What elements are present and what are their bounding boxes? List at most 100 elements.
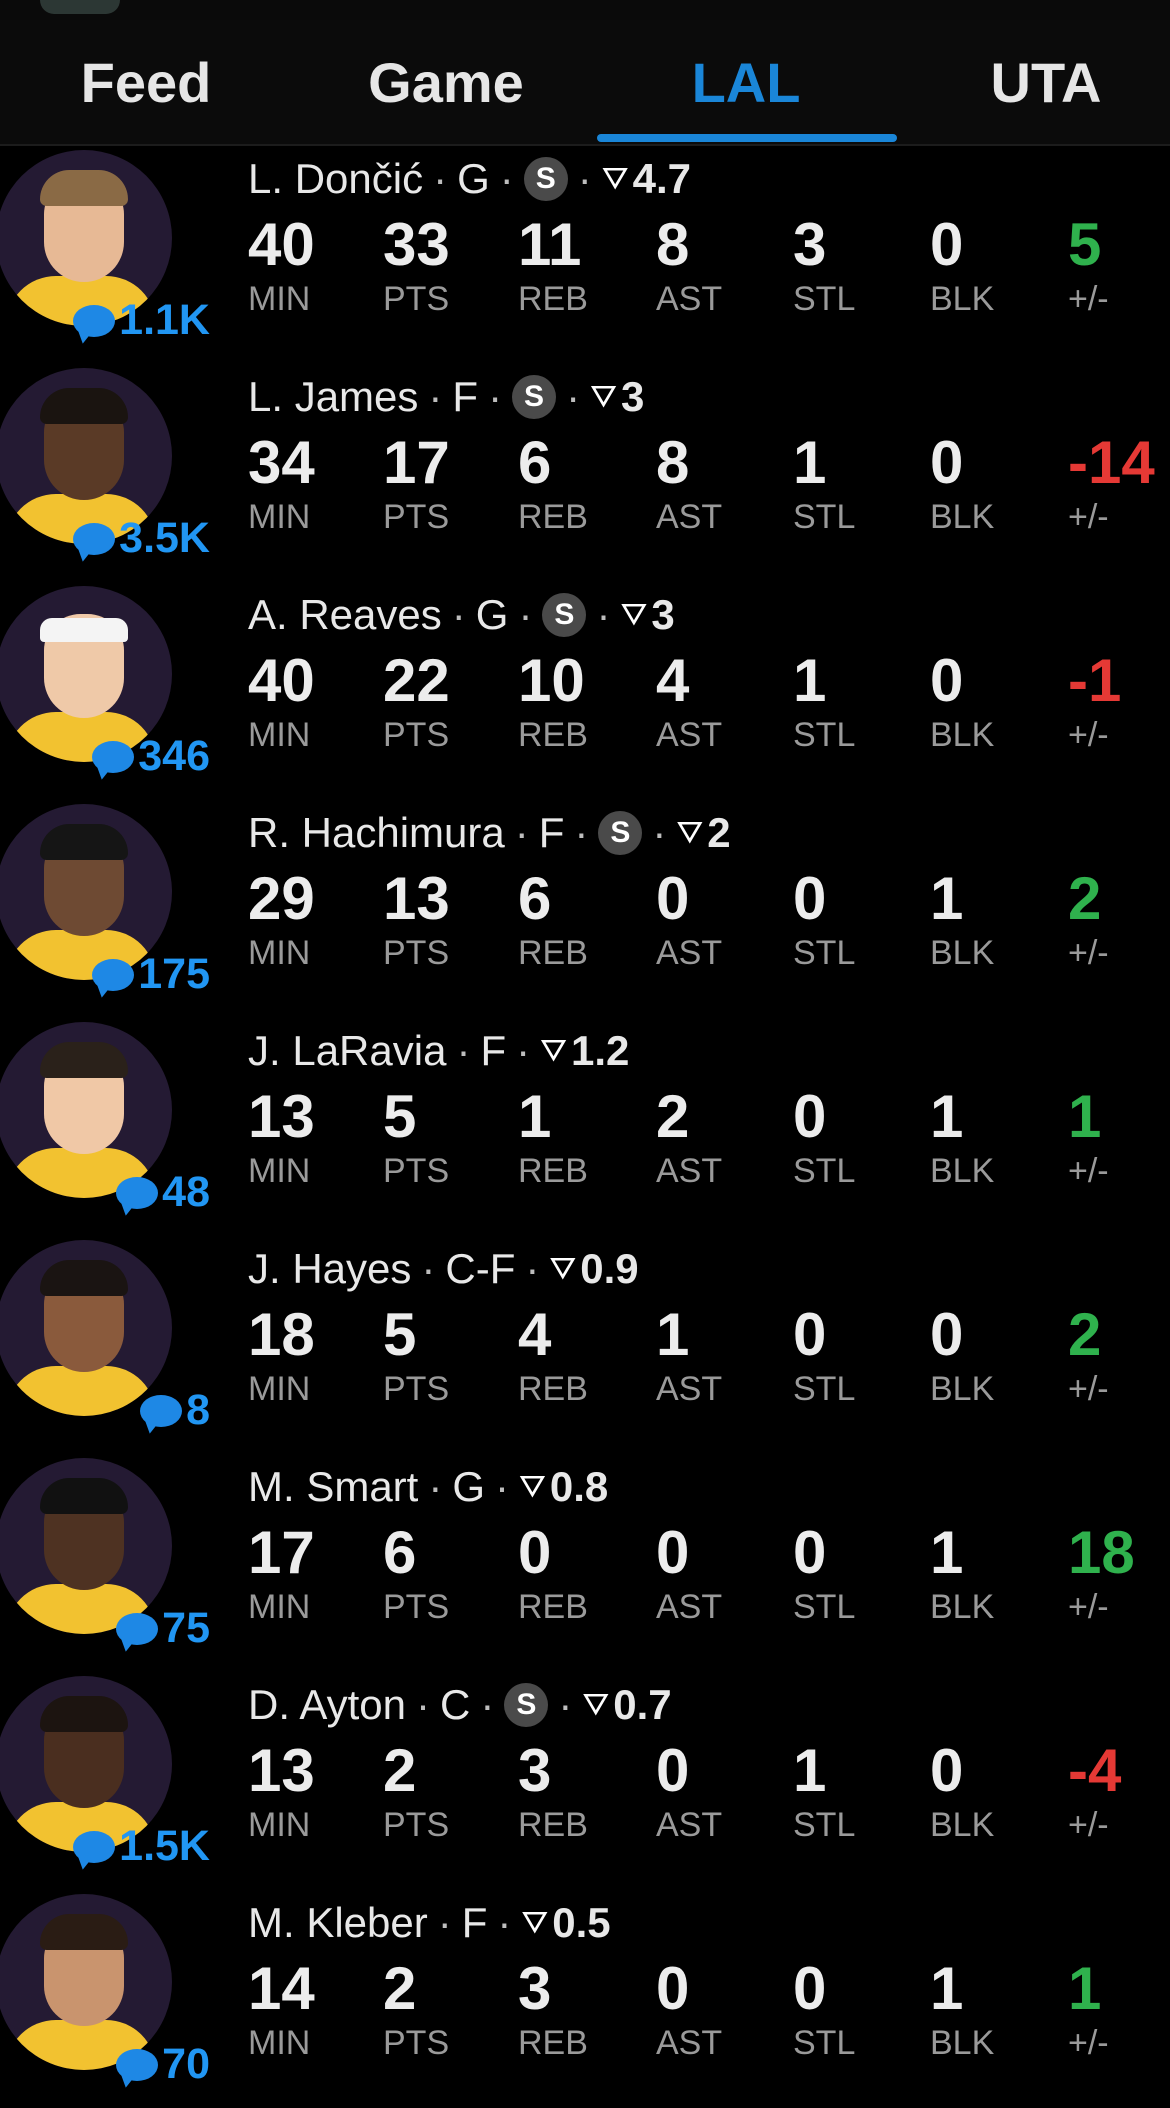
comment-count[interactable]: 1.1K: [73, 296, 210, 345]
stat-value: 1: [656, 1301, 690, 1368]
player-row[interactable]: 3.5K L. James · F · S · ⛛ 3 34 MIN 17 PTS 6 REB 8 AST 1 ST…: [0, 364, 1170, 582]
player-name[interactable]: D. Ayton: [248, 1681, 406, 1729]
player-position: G: [452, 1463, 486, 1510]
top-image-fragment: [40, 0, 120, 14]
stat-label: MIN: [248, 280, 311, 318]
stat-label: PTS: [383, 498, 450, 536]
comment-count[interactable]: 70: [116, 2040, 210, 2089]
stat-label: +/-: [1068, 2024, 1109, 2062]
player-row[interactable]: 346 A. Reaves · G · S · ⛛ 3 40 MIN 22 PTS 10 REB 4 AST 1 S…: [0, 582, 1170, 800]
stat-value: 3: [518, 1737, 552, 1804]
starter-badge-icon: S: [504, 1683, 549, 1727]
hair-shape: [40, 1696, 128, 1732]
stat-label: BLK: [930, 2024, 995, 2062]
stat-value: 4: [518, 1301, 552, 1368]
tab-lal[interactable]: LAL: [600, 20, 892, 144]
separator-dot: ·: [558, 1681, 573, 1728]
player-rating: 4.7: [632, 155, 692, 202]
player-row[interactable]: 48 J. LaRavia · F · ⛛ 1.2 13 MIN 5 PTS 1 REB 2 AST 0 STL…: [0, 1018, 1170, 1236]
stat-label: PTS: [383, 280, 450, 318]
comment-bubble-icon: [116, 1612, 159, 1645]
player-name[interactable]: M. Kleber: [248, 1899, 428, 1947]
stat-value: 0: [930, 429, 964, 496]
comment-count-value: 346: [138, 732, 210, 780]
player-name[interactable]: M. Smart: [248, 1463, 418, 1511]
separator-dot: ·: [433, 155, 448, 202]
jersey-shape: [6, 1358, 156, 1416]
player-row[interactable]: 175 R. Hachimura · F · S · ⛛ 2 29 MIN 13 PTS 6 REB 0 AST…: [0, 800, 1170, 1018]
starter-badge-icon: S: [542, 593, 587, 637]
stat-label: AST: [656, 1152, 723, 1190]
stat-value: 1: [930, 1083, 964, 1150]
player-row[interactable]: 1.5K D. Ayton · C · S · ⛛ 0.7 13 MIN 2 PTS 3 REB 0 AST 1 S…: [0, 1672, 1170, 1890]
starter-badge-icon: S: [598, 811, 643, 855]
comment-count[interactable]: 8: [140, 1386, 210, 1435]
stat-label: BLK: [930, 716, 995, 754]
player-row[interactable]: 75 M. Smart · G · ⛛ 0.8 17 MIN 6 PTS 0 REB 0 AST 0 STL 1 B…: [0, 1454, 1170, 1672]
player-name[interactable]: R. Hachimura: [248, 809, 505, 857]
comment-count[interactable]: 175: [92, 950, 210, 999]
stat-value: 33: [383, 211, 450, 278]
rating-icon: ⛛: [590, 378, 617, 414]
player-position: F: [461, 1899, 488, 1946]
comment-count[interactable]: 1.5K: [73, 1822, 210, 1871]
comment-bubble-icon: [73, 522, 116, 555]
stat-value: 5: [1068, 211, 1102, 278]
player-position: F: [480, 1027, 507, 1074]
stat-value: 0: [656, 1955, 690, 2022]
comment-count[interactable]: 75: [116, 1604, 210, 1653]
comment-bubble-icon: [92, 740, 135, 773]
hair-shape: [40, 1260, 128, 1296]
stat-value: 40: [248, 211, 315, 278]
comment-count[interactable]: 3.5K: [73, 514, 210, 563]
player-row[interactable]: 1.1K L. Dončić · G · S · ⛛ 4.7 40 MIN 33 PTS 11 REB 8 AS…: [0, 146, 1170, 364]
tab-feed[interactable]: Feed: [0, 20, 292, 144]
comment-bubble-icon: [73, 304, 116, 337]
stat-label: BLK: [930, 1806, 995, 1844]
comment-bubble-icon: [116, 1176, 159, 1209]
stat-value: 0: [793, 865, 827, 932]
stat-label: BLK: [930, 1370, 995, 1408]
separator-dot: ·: [495, 1463, 510, 1510]
player-name[interactable]: J. Hayes: [248, 1245, 411, 1293]
stat-value: 0: [930, 211, 964, 278]
player-header: J. Hayes · C-F · ⛛ 0.9: [248, 1244, 639, 1294]
player-name[interactable]: J. LaRavia: [248, 1027, 446, 1075]
player-position: G: [457, 155, 490, 202]
player-rating: 0.7: [613, 1681, 672, 1728]
stat-label: +/-: [1068, 1588, 1109, 1626]
stat-label: MIN: [248, 934, 311, 972]
comment-count[interactable]: 48: [116, 1168, 210, 1217]
stat-label: BLK: [930, 1588, 995, 1626]
tab-uta[interactable]: UTA: [900, 20, 1170, 144]
stat-value: 4: [656, 647, 690, 714]
player-header: J. LaRavia · F · ⛛ 1.2: [248, 1026, 629, 1076]
player-list: 1.1K L. Dončić · G · S · ⛛ 4.7 40 MIN 33 PTS 11 REB 8 AS…: [0, 146, 1170, 2108]
player-name[interactable]: A. Reaves: [248, 591, 442, 639]
separator-dot: ·: [428, 373, 443, 420]
stat-label: PTS: [383, 1370, 450, 1408]
stat-label: AST: [656, 1588, 723, 1626]
comment-count-value: 1.5K: [119, 1822, 210, 1870]
player-row[interactable]: 8 J. Hayes · C-F · ⛛ 0.9 18 MIN 5 PTS 4 REB 1 AST 0 STL 0…: [0, 1236, 1170, 1454]
tab-game[interactable]: Game: [300, 20, 592, 144]
player-position: F: [538, 809, 565, 856]
stat-label: REB: [518, 934, 588, 972]
stat-label: REB: [518, 1806, 588, 1844]
stat-label: AST: [656, 2024, 723, 2062]
player-header: L. Dončić · G · S · ⛛ 4.7: [248, 154, 691, 204]
player-rating: 0.9: [580, 1245, 639, 1292]
stat-value: 17: [383, 429, 450, 496]
player-position: G: [475, 591, 509, 638]
player-name[interactable]: L. James: [248, 373, 418, 421]
hair-shape: [40, 1914, 128, 1950]
stat-label: +/-: [1068, 280, 1109, 318]
player-row[interactable]: 70 M. Kleber · F · ⛛ 0.5 14 MIN 2 PTS 3 REB 0 AST 0 STL 1…: [0, 1890, 1170, 2108]
player-name[interactable]: L. Dončić: [248, 155, 423, 203]
stat-label: STL: [793, 1370, 856, 1408]
stat-label: +/-: [1068, 1152, 1109, 1190]
comment-count[interactable]: 346: [92, 732, 210, 781]
stat-label: AST: [656, 1806, 723, 1844]
stat-value: 8: [656, 429, 690, 496]
hair-shape: [40, 388, 128, 424]
